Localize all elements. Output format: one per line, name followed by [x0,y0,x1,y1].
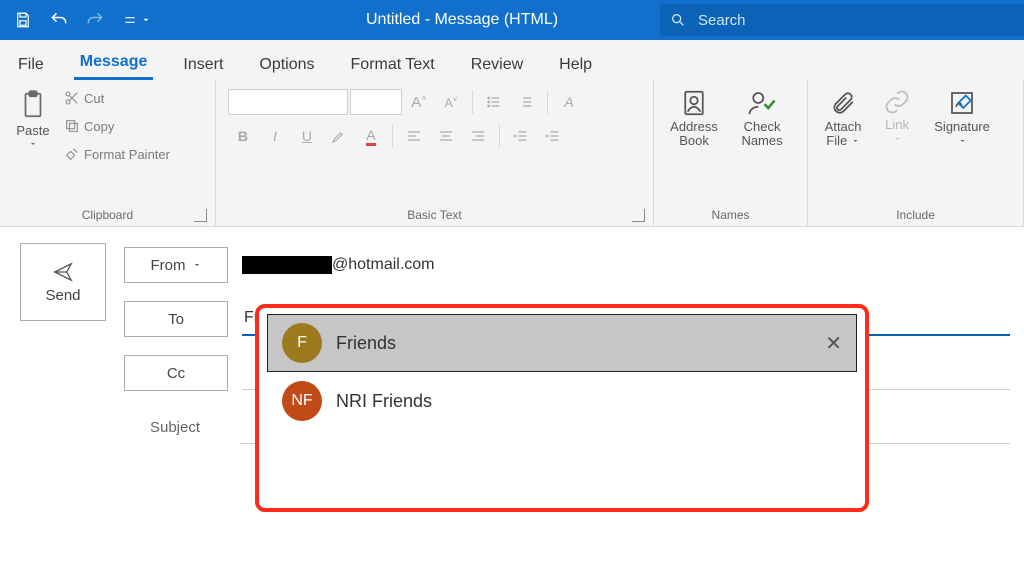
dialog-launcher-icon[interactable] [632,209,645,222]
underline-button[interactable]: U [292,122,322,150]
tab-insert[interactable]: Insert [177,48,229,80]
align-left-button[interactable] [399,122,429,150]
check-names-icon [747,88,777,118]
chevron-down-icon [851,137,860,145]
font-size-combo[interactable] [350,89,402,115]
outlook-compose-window: Untitled - Message (HTML) File Message I… [0,0,1024,570]
to-button[interactable]: To [124,301,228,337]
attach-file-button[interactable]: Attach File [814,82,872,149]
save-icon[interactable] [6,3,40,37]
send-icon [49,261,77,283]
tab-format-text[interactable]: Format Text [345,48,441,80]
chevron-down-icon [893,135,902,143]
from-value: @hotmail.com [242,256,435,274]
window-title: Untitled - Message (HTML) [366,11,558,29]
bold-button[interactable]: B [228,122,258,150]
redo-icon[interactable] [78,3,112,37]
numbering-button[interactable] [511,88,541,116]
avatar: F [282,323,322,363]
shrink-font-button[interactable]: A˅ [436,88,466,116]
group-label: Basic Text [407,208,461,222]
cut-button[interactable]: Cut [60,86,174,110]
group-names: Address Book Check Names Names [654,80,808,226]
search-input[interactable] [696,11,1014,30]
tab-message[interactable]: Message [74,45,154,80]
decrease-indent-button[interactable] [506,122,536,150]
clipboard-small-buttons: Cut Copy Format Painter [60,82,174,166]
scissors-icon [64,90,80,106]
signature-icon [947,88,977,118]
group-include: Attach File Link Signature Include [808,80,1024,226]
quick-access-toolbar [0,3,166,37]
from-row: From @hotmail.com [124,245,1010,285]
autocomplete-item[interactable]: F Friends ✕ [267,314,857,372]
chevron-down-icon [958,137,967,145]
address-book-icon [679,88,709,118]
ribbon: Paste Cut Copy Format Painter [0,80,1024,227]
font-name-combo[interactable] [228,89,348,115]
italic-button[interactable]: I [260,122,290,150]
from-button[interactable]: From [124,247,228,283]
autocomplete-item-label: NRI Friends [336,391,842,412]
dialog-launcher-icon[interactable] [194,209,207,222]
remove-suggestion-icon[interactable]: ✕ [825,331,842,356]
check-names-button[interactable]: Check Names [728,82,796,149]
copy-button[interactable]: Copy [60,114,174,138]
paste-icon [18,88,48,122]
avatar: NF [282,381,322,421]
undo-icon[interactable] [42,3,76,37]
link-button[interactable]: Link [872,82,922,147]
send-button[interactable]: Send [20,243,106,321]
chevron-down-icon [28,140,38,148]
subject-label: Subject [124,419,226,436]
search-box[interactable] [660,4,1024,36]
clear-formatting-button[interactable]: A [554,88,584,116]
link-icon [883,88,911,116]
group-basic-text: A˄ A˅ A B I U A [216,80,654,226]
ribbon-tabs: File Message Insert Options Format Text … [0,40,1024,80]
format-painter-button[interactable]: Format Painter [60,142,174,166]
highlight-button[interactable] [324,122,354,150]
grow-font-button[interactable]: A˄ [404,88,434,116]
cc-button[interactable]: Cc [124,355,228,391]
tab-options[interactable]: Options [253,48,320,80]
autocomplete-item-label: Friends [336,333,811,354]
chevron-down-icon [192,261,202,269]
paperclip-icon [830,88,856,118]
group-label: Include [896,208,935,222]
redacted-block [242,256,332,274]
qat-customize-icon[interactable] [114,3,160,37]
paste-button[interactable]: Paste [6,82,60,148]
search-icon [670,12,686,28]
copy-icon [64,118,80,134]
font-color-button[interactable]: A [356,122,386,150]
align-center-button[interactable] [431,122,461,150]
align-right-button[interactable] [463,122,493,150]
paintbrush-icon [64,146,80,162]
signature-button[interactable]: Signature [922,82,1002,149]
group-label: Names [712,208,750,222]
increase-indent-button[interactable] [538,122,568,150]
title-bar: Untitled - Message (HTML) [0,0,1024,40]
autocomplete-item[interactable]: NF NRI Friends [267,372,857,430]
address-book-button[interactable]: Address Book [660,82,728,149]
bullets-button[interactable] [479,88,509,116]
tab-help[interactable]: Help [553,48,598,80]
group-label: Clipboard [82,208,133,222]
tab-review[interactable]: Review [465,48,529,80]
tab-file[interactable]: File [12,48,50,80]
autocomplete-popup: F Friends ✕ NF NRI Friends [255,304,869,512]
group-clipboard: Paste Cut Copy Format Painter [0,80,216,226]
